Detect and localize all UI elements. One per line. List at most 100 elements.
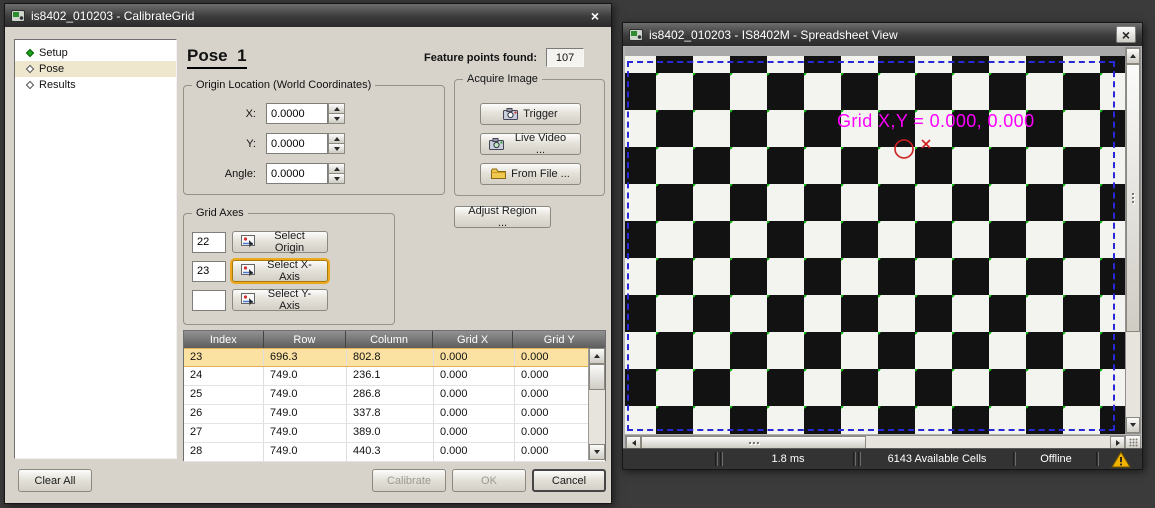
column-header-index[interactable]: Index <box>184 331 264 348</box>
x-axis-row: Select X-Axis <box>192 260 328 282</box>
tree-item-setup[interactable]: Setup <box>15 45 176 61</box>
table-row[interactable]: 24 749.0 236.1 0.000 0.000 <box>184 367 605 386</box>
column-header-column[interactable]: Column <box>346 331 433 348</box>
spin-down-button[interactable] <box>328 114 345 124</box>
calibrate-window-titlebar[interactable]: is8402_010203 - CalibrateGrid × <box>5 4 611 27</box>
cell-grid-x: 0.000 <box>434 367 515 385</box>
calibration-image[interactable]: Grid X,Y = 0.000, 0.000 <box>625 47 1126 434</box>
adjust-region-button[interactable]: Adjust Region ... <box>454 206 551 228</box>
origin-index-input[interactable] <box>192 232 226 253</box>
select-x-axis-button[interactable]: Select X-Axis <box>232 260 328 282</box>
x-input[interactable] <box>266 103 328 124</box>
table-row[interactable]: 27 749.0 389.0 0.000 0.000 <box>184 424 605 443</box>
grid-axes-group-title: Grid Axes <box>192 207 248 220</box>
left-arrow-icon <box>632 440 636 446</box>
down-arrow-icon <box>334 177 340 181</box>
cell-column: 286.8 <box>347 386 434 404</box>
calibrate-button[interactable]: Calibrate <box>372 469 446 492</box>
scroll-up-button[interactable] <box>589 348 605 364</box>
spin-up-button[interactable] <box>328 163 345 174</box>
window-title: is8402_010203 - IS8402M - Spreadsheet Vi… <box>649 28 1110 42</box>
column-header-row[interactable]: Row <box>264 331 347 348</box>
spin-down-button[interactable] <box>328 174 345 184</box>
calibrate-dialog-body: Setup Pose Results Pose 1 Feature points… <box>5 27 611 503</box>
origin-axis-row: Select Origin <box>192 231 328 253</box>
spin-up-button[interactable] <box>328 103 345 114</box>
table-scrollbar[interactable] <box>588 348 605 460</box>
y-label: Y: <box>184 138 266 150</box>
live-video-button[interactable]: Live Video ... <box>480 133 581 155</box>
select-y-axis-button[interactable]: Select Y-Axis <box>232 289 328 311</box>
scroll-down-button[interactable] <box>1126 417 1140 433</box>
down-arrow-icon <box>334 147 340 151</box>
trigger-icon <box>503 108 518 121</box>
table-row[interactable]: 28 749.0 440.3 0.000 0.000 <box>184 443 605 462</box>
cancel-button[interactable]: Cancel <box>532 469 606 492</box>
select-origin-button[interactable]: Select Origin <box>232 231 328 253</box>
select-x-axis-button-label: Select X-Axis <box>260 259 319 283</box>
down-arrow-icon <box>594 450 600 454</box>
spin-down-button[interactable] <box>328 144 345 154</box>
close-icon[interactable]: × <box>1116 26 1136 43</box>
cell-column: 802.8 <box>347 349 434 366</box>
ok-button[interactable]: OK <box>452 469 526 492</box>
tree-item-label: Setup <box>39 47 68 59</box>
column-header-grid-y[interactable]: Grid Y <box>513 331 605 348</box>
cell-column: 236.1 <box>347 367 434 385</box>
warning-icon[interactable] <box>1100 449 1142 469</box>
status-separator <box>720 452 723 466</box>
cell-column: 337.8 <box>347 405 434 423</box>
table-row[interactable]: 25 749.0 286.8 0.000 0.000 <box>184 386 605 405</box>
diamond-icon <box>26 65 34 73</box>
tree-item-label: Results <box>39 79 76 91</box>
cell-index: 26 <box>184 405 264 423</box>
trigger-button[interactable]: Trigger <box>480 103 581 125</box>
cell-grid-y: 0.000 <box>515 443 590 461</box>
angle-label: Angle: <box>184 168 266 180</box>
scroll-up-button[interactable] <box>1126 48 1140 64</box>
cell-row: 749.0 <box>264 367 347 385</box>
vertical-scrollbar[interactable] <box>1125 47 1141 434</box>
from-file-button-label: From File ... <box>511 168 570 180</box>
scroll-thumb[interactable] <box>1126 64 1140 332</box>
status-separator <box>1013 452 1016 466</box>
angle-input[interactable] <box>266 163 328 184</box>
spin-up-button[interactable] <box>328 133 345 144</box>
y-spin-buttons <box>328 133 345 154</box>
y-axis-index-input[interactable] <box>192 290 226 311</box>
scroll-track[interactable] <box>589 364 605 444</box>
x-axis-index-input[interactable] <box>192 261 226 282</box>
up-arrow-icon <box>594 354 600 358</box>
cell-index: 27 <box>184 424 264 442</box>
cell-row: 696.3 <box>264 349 347 366</box>
table-row[interactable]: 23 696.3 802.8 0.000 0.000 <box>184 348 605 367</box>
scroll-track[interactable] <box>1126 64 1140 417</box>
from-file-button[interactable]: From File ... <box>480 163 581 185</box>
tree-item-results[interactable]: Results <box>15 77 176 93</box>
cell-index: 28 <box>184 443 264 461</box>
spreadsheet-view-window: is8402_010203 - IS8402M - Spreadsheet Vi… <box>622 22 1143 470</box>
status-separator <box>853 452 856 466</box>
cell-grid-x: 0.000 <box>434 386 515 404</box>
select-point-icon <box>241 235 255 249</box>
diamond-icon <box>26 49 34 57</box>
cell-column: 440.3 <box>347 443 434 461</box>
up-arrow-icon <box>334 107 340 111</box>
scroll-thumb[interactable] <box>589 364 605 390</box>
tree-item-pose[interactable]: Pose <box>15 61 176 77</box>
scroll-down-button[interactable] <box>589 444 605 460</box>
status-bar: 1.8 ms 6143 Available Cells Offline <box>623 448 1142 469</box>
table-row[interactable]: 26 749.0 337.8 0.000 0.000 <box>184 405 605 424</box>
cell-row: 749.0 <box>264 386 347 404</box>
y-input[interactable] <box>266 133 328 154</box>
status-acquisition-time: 1.8 ms <box>724 449 852 469</box>
up-arrow-icon <box>1130 54 1136 58</box>
clear-all-button[interactable]: Clear All <box>18 469 92 492</box>
angle-spinner <box>266 163 345 184</box>
close-icon[interactable]: × <box>585 7 605 24</box>
x-spinner <box>266 103 345 124</box>
spreadsheet-window-titlebar[interactable]: is8402_010203 - IS8402M - Spreadsheet Vi… <box>623 23 1142 46</box>
clear-all-button-label: Clear All <box>35 475 76 487</box>
column-header-grid-x[interactable]: Grid X <box>433 331 514 348</box>
down-arrow-icon <box>334 117 340 121</box>
